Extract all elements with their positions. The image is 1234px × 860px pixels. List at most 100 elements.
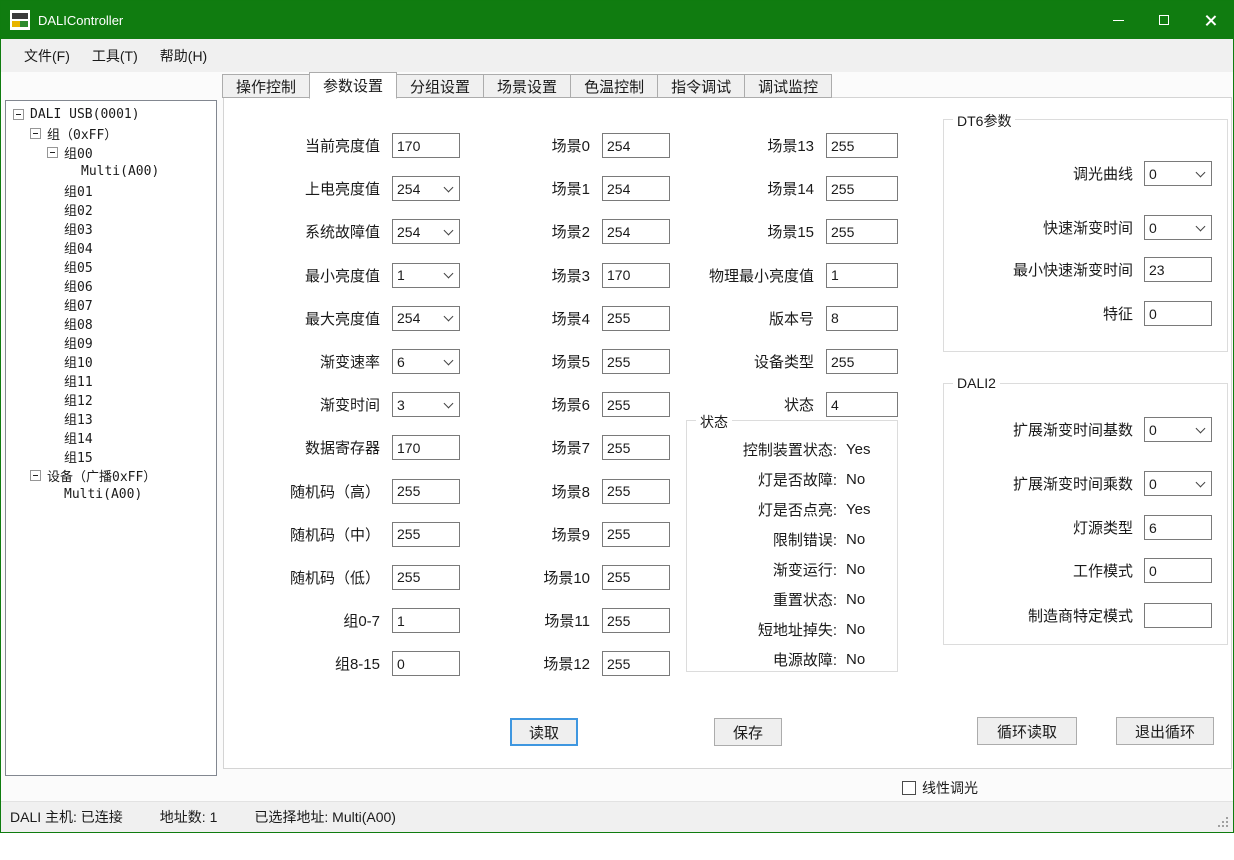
system-failure-level-combo[interactable]: 254 [392, 219, 460, 244]
menu-tools[interactable]: 工具(T) [81, 40, 149, 72]
scene-input[interactable] [826, 176, 898, 201]
scene-input[interactable] [602, 263, 670, 288]
tab-debug-monitor[interactable]: 调试监控 [744, 74, 832, 98]
checkbox-icon[interactable] [902, 781, 916, 795]
scene-input[interactable] [826, 133, 898, 158]
random-mid-input[interactable] [392, 522, 460, 547]
phys-min-level-input[interactable] [826, 263, 898, 288]
tree-item-multi-a00-device[interactable]: Multi(A00) [6, 485, 216, 504]
param-label: 随机码（低） [234, 567, 392, 588]
tree-item-group-0xff[interactable]: 组（0xFF） [6, 124, 216, 143]
collapse-icon[interactable] [47, 147, 58, 158]
tree-item-group09[interactable]: 组09 [6, 333, 216, 352]
param-label: 场景0 [470, 135, 602, 156]
status-input[interactable] [826, 392, 898, 417]
version-input[interactable] [826, 306, 898, 331]
tree-item-group11[interactable]: 组11 [6, 371, 216, 390]
status-value: Yes [846, 501, 870, 518]
scene-input[interactable] [602, 176, 670, 201]
dimming-curve-combo[interactable]: 0 [1144, 161, 1212, 186]
linear-dimming-checkbox[interactable]: 线性调光 [902, 778, 978, 798]
tree-item-group12[interactable]: 组12 [6, 390, 216, 409]
scene-input[interactable] [826, 219, 898, 244]
tree-item-group07[interactable]: 组07 [6, 295, 216, 314]
tree-item-multi-a00[interactable]: Multi(A00) [6, 162, 216, 181]
ext-fade-base-combo[interactable]: 0 [1144, 417, 1212, 442]
tree-item-group14[interactable]: 组14 [6, 428, 216, 447]
max-level-combo[interactable]: 254 [392, 306, 460, 331]
fade-time-combo[interactable]: 3 [392, 392, 460, 417]
tree-item-group02[interactable]: 组02 [6, 200, 216, 219]
fast-fade-time-combo[interactable]: 0 [1144, 215, 1212, 240]
collapse-icon[interactable] [13, 109, 24, 120]
param-label: 灯源类型 [1073, 517, 1133, 538]
scene-input[interactable] [602, 565, 670, 590]
scene-input[interactable] [602, 651, 670, 676]
tree-item-device-broadcast[interactable]: 设备（广播0xFF） [6, 466, 216, 485]
close-button[interactable] [1187, 1, 1233, 39]
operating-mode-input[interactable] [1144, 558, 1212, 583]
scene-input[interactable] [602, 522, 670, 547]
scene-input[interactable] [602, 133, 670, 158]
device-type-input[interactable] [826, 349, 898, 374]
scene-input[interactable] [602, 479, 670, 504]
min-fast-fade-time-input[interactable] [1144, 257, 1212, 282]
tree-item-group05[interactable]: 组05 [6, 257, 216, 276]
scene-input[interactable] [602, 219, 670, 244]
tree-item-group04[interactable]: 组04 [6, 238, 216, 257]
tab-param-settings[interactable]: 参数设置 [309, 72, 397, 99]
tree-item-group00[interactable]: 组00 [6, 143, 216, 162]
tree-item-group08[interactable]: 组08 [6, 314, 216, 333]
tab-group-settings[interactable]: 分组设置 [396, 74, 484, 98]
minimize-button[interactable] [1095, 1, 1141, 39]
loop-read-button[interactable]: 循环读取 [977, 717, 1077, 745]
menu-file[interactable]: 文件(F) [13, 40, 81, 72]
random-high-input[interactable] [392, 479, 460, 504]
tab-scene-settings[interactable]: 场景设置 [483, 74, 571, 98]
power-on-level-combo[interactable]: 254 [392, 176, 460, 201]
combo-value: 0 [1145, 422, 1197, 438]
ext-fade-multiplier-combo[interactable]: 0 [1144, 471, 1212, 496]
tree-item-dali-usb[interactable]: DALI USB(0001) [6, 105, 216, 124]
scene-input[interactable] [602, 349, 670, 374]
tree-item-group03[interactable]: 组03 [6, 219, 216, 238]
group-8-15-input[interactable] [392, 651, 460, 676]
tree-item-group06[interactable]: 组06 [6, 276, 216, 295]
collapse-icon[interactable] [30, 128, 41, 139]
collapse-icon[interactable] [30, 470, 41, 481]
param-label: 场景10 [470, 567, 602, 588]
tab-color-temp-control[interactable]: 色温控制 [570, 74, 658, 98]
scene-input[interactable] [602, 392, 670, 417]
menu-help[interactable]: 帮助(H) [149, 40, 218, 72]
random-low-input[interactable] [392, 565, 460, 590]
exit-loop-button[interactable]: 退出循环 [1116, 717, 1214, 745]
scene-input[interactable] [602, 435, 670, 460]
group-0-7-input[interactable] [392, 608, 460, 633]
scene-input[interactable] [602, 608, 670, 633]
maximize-button[interactable] [1141, 1, 1187, 39]
tree-item-label: 组08 [64, 314, 93, 333]
save-button[interactable]: 保存 [714, 718, 782, 746]
tree-item-group01[interactable]: 组01 [6, 181, 216, 200]
maximize-icon [1159, 15, 1169, 25]
scene-input[interactable] [602, 306, 670, 331]
param-label: 场景14 [686, 178, 826, 199]
tree-item-group13[interactable]: 组13 [6, 409, 216, 428]
param-label: 组8-15 [234, 653, 392, 674]
param-label: 扩展渐变时间乘数 [1013, 473, 1133, 494]
tab-command-debug[interactable]: 指令调试 [657, 74, 745, 98]
data-register-input[interactable] [392, 435, 460, 460]
min-level-combo[interactable]: 1 [392, 263, 460, 288]
current-brightness-input[interactable] [392, 133, 460, 158]
read-button[interactable]: 读取 [510, 718, 578, 746]
status-label: 短地址掉失: [687, 619, 837, 640]
features-input[interactable] [1144, 301, 1212, 326]
tab-operate-control[interactable]: 操作控制 [222, 74, 310, 98]
tree-item-group10[interactable]: 组10 [6, 352, 216, 371]
tree-item-label: 组07 [64, 295, 93, 314]
fade-rate-combo[interactable]: 6 [392, 349, 460, 374]
resize-grip[interactable] [1218, 817, 1228, 827]
manufacturer-mode-input[interactable] [1144, 603, 1212, 628]
light-source-type-input[interactable] [1144, 515, 1212, 540]
tree-item-group15[interactable]: 组15 [6, 447, 216, 466]
